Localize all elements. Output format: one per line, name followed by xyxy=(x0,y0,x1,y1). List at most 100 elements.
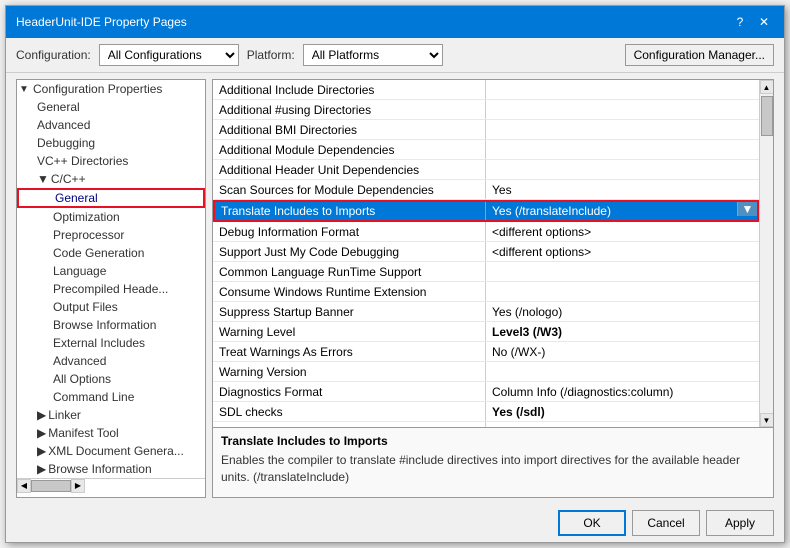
prop-row-suppress-startup[interactable]: Suppress Startup Banner Yes (/nologo) xyxy=(213,302,759,322)
prop-value-11: Yes (/nologo) xyxy=(486,302,759,321)
tree-item-cpp[interactable]: ▼ C/C++ xyxy=(17,170,205,188)
prop-value-0 xyxy=(486,80,759,99)
tree-item-vcpp-dirs[interactable]: VC++ Directories xyxy=(17,152,205,170)
tree-item-cpp-browse[interactable]: Browse Information xyxy=(17,316,205,334)
apply-button[interactable]: Apply xyxy=(706,510,774,536)
cpp-expand-icon: ▼ xyxy=(37,172,49,186)
prop-name-5: Scan Sources for Module Dependencies xyxy=(213,180,486,199)
config-manager-button[interactable]: Configuration Manager... xyxy=(625,44,774,66)
h-scroll-right-arrow[interactable]: ▶ xyxy=(71,479,85,493)
tree-item-cpp-language[interactable]: Language xyxy=(17,262,205,280)
prop-row-consume-windows[interactable]: Consume Windows Runtime Extension xyxy=(213,282,759,302)
tree-item-cpp-output[interactable]: Output Files xyxy=(17,298,205,316)
dialog: HeaderUnit-IDE Property Pages ? ✕ Config… xyxy=(5,5,785,543)
left-h-scrollbar: ◀ ▶ xyxy=(17,478,205,492)
scroll-up-arrow[interactable]: ▲ xyxy=(760,80,774,94)
h-scroll-left-arrow[interactable]: ◀ xyxy=(17,479,31,493)
tree-item-cpp-general[interactable]: General xyxy=(17,188,205,208)
cancel-button[interactable]: Cancel xyxy=(632,510,700,536)
manifest-expand-icon: ▶ xyxy=(37,426,46,440)
prop-value-15: Column Info (/diagnostics:column) xyxy=(486,382,759,401)
prop-name-8: Support Just My Code Debugging xyxy=(213,242,486,261)
tree-item-manifest[interactable]: ▶ Manifest Tool xyxy=(17,424,205,442)
tree-item-cpp-preprocessor[interactable]: Preprocessor xyxy=(17,226,205,244)
browse-label: Browse Information xyxy=(48,462,151,476)
prop-row-sdl-checks[interactable]: SDL checks Yes (/sdl) xyxy=(213,402,759,422)
prop-row-additional-header[interactable]: Additional Header Unit Dependencies xyxy=(213,160,759,180)
browse-expand-icon: ▶ xyxy=(37,462,46,476)
prop-row-warning-version[interactable]: Warning Version xyxy=(213,362,759,382)
right-panel: Additional Include Directories Additiona… xyxy=(212,79,774,498)
title-bar: HeaderUnit-IDE Property Pages ? ✕ xyxy=(6,6,784,38)
tree-item-cpp-advanced[interactable]: Advanced xyxy=(17,352,205,370)
linker-expand-icon: ▶ xyxy=(37,408,46,422)
tree-root-label: Configuration Properties xyxy=(33,82,162,96)
manifest-label: Manifest Tool xyxy=(48,426,118,440)
tree-item-general[interactable]: General xyxy=(17,98,205,116)
ok-button[interactable]: OK xyxy=(558,510,626,536)
prop-value-2 xyxy=(486,120,759,139)
tree-item-cpp-precompiled[interactable]: Precompiled Heade... xyxy=(17,280,205,298)
left-panel: ▼ Configuration Properties General Advan… xyxy=(16,79,206,498)
prop-name-1: Additional #using Directories xyxy=(213,100,486,119)
prop-name-7: Debug Information Format xyxy=(213,222,486,241)
scroll-down-arrow[interactable]: ▼ xyxy=(760,413,774,427)
prop-row-debug-info[interactable]: Debug Information Format <different opti… xyxy=(213,222,759,242)
cpp-label: C/C++ xyxy=(51,172,86,186)
prop-name-12: Warning Level xyxy=(213,322,486,341)
prop-name-15: Diagnostics Format xyxy=(213,382,486,401)
tree-item-cpp-optimization[interactable]: Optimization xyxy=(17,208,205,226)
expand-icon: ▼ xyxy=(19,84,31,95)
description-text: Enables the compiler to translate #inclu… xyxy=(221,452,765,486)
tree-item-cpp-codegeneration[interactable]: Code Generation xyxy=(17,244,205,262)
prop-row-translate-includes[interactable]: Translate Includes to Imports Yes (/tran… xyxy=(213,200,759,222)
prop-name-3: Additional Module Dependencies xyxy=(213,140,486,159)
prop-value-10 xyxy=(486,282,759,301)
platform-select[interactable]: All Platforms xyxy=(303,44,443,66)
right-v-scrollbar: ▲ ▼ xyxy=(759,80,773,427)
dialog-title: HeaderUnit-IDE Property Pages xyxy=(16,15,187,29)
prop-name-6: Translate Includes to Imports xyxy=(215,202,486,220)
prop-row-diagnostics-format[interactable]: Diagnostics Format Column Info (/diagnos… xyxy=(213,382,759,402)
tree-root-item[interactable]: ▼ Configuration Properties xyxy=(17,80,205,98)
prop-name-0: Additional Include Directories xyxy=(213,80,486,99)
h-scroll-thumb[interactable] xyxy=(31,480,71,492)
prop-value-3 xyxy=(486,140,759,159)
tree-item-advanced[interactable]: Advanced xyxy=(17,116,205,134)
config-label: Configuration: xyxy=(16,48,91,62)
prop-row-treat-warnings[interactable]: Treat Warnings As Errors No (/WX-) xyxy=(213,342,759,362)
linker-label: Linker xyxy=(48,408,81,422)
tree-item-linker[interactable]: ▶ Linker xyxy=(17,406,205,424)
help-button[interactable]: ? xyxy=(730,12,750,32)
prop-name-2: Additional BMI Directories xyxy=(213,120,486,139)
prop-row-common-lang[interactable]: Common Language RunTime Support xyxy=(213,262,759,282)
tree-item-browse-info[interactable]: ▶ Browse Information xyxy=(17,460,205,478)
prop-value-8: <different options> xyxy=(486,242,759,261)
prop-row-additional-bmi[interactable]: Additional BMI Directories xyxy=(213,120,759,140)
prop-row-warning-level[interactable]: Warning Level Level3 (/W3) xyxy=(213,322,759,342)
config-select[interactable]: All Configurations xyxy=(99,44,239,66)
prop-value-4 xyxy=(486,160,759,179)
title-bar-controls: ? ✕ xyxy=(730,12,774,32)
tree-item-cpp-cmdline[interactable]: Command Line xyxy=(17,388,205,406)
config-bar: Configuration: All Configurations Platfo… xyxy=(6,38,784,73)
prop-row-additional-module[interactable]: Additional Module Dependencies xyxy=(213,140,759,160)
prop-value-7: <different options> xyxy=(486,222,759,241)
prop-value-14 xyxy=(486,362,759,381)
prop-row-scan-sources[interactable]: Scan Sources for Module Dependencies Yes xyxy=(213,180,759,200)
prop-row-additional-using[interactable]: Additional #using Directories xyxy=(213,100,759,120)
xml-expand-icon: ▶ xyxy=(37,444,46,458)
prop-value-6: Yes (/translateInclude) xyxy=(486,202,737,220)
tree-item-debugging[interactable]: Debugging xyxy=(17,134,205,152)
prop-row-just-my-code[interactable]: Support Just My Code Debugging <differen… xyxy=(213,242,759,262)
tree-item-cpp-alloptions[interactable]: All Options xyxy=(17,370,205,388)
dropdown-arrow[interactable]: ▼ xyxy=(737,202,757,216)
prop-value-5: Yes xyxy=(486,180,759,199)
tree-item-xml-doc[interactable]: ▶ XML Document Genera... xyxy=(17,442,205,460)
close-button[interactable]: ✕ xyxy=(754,12,774,32)
tree-item-cpp-external[interactable]: External Includes xyxy=(17,334,205,352)
prop-row-additional-include[interactable]: Additional Include Directories xyxy=(213,80,759,100)
description-title: Translate Includes to Imports xyxy=(221,434,765,448)
scroll-thumb[interactable] xyxy=(761,96,773,136)
button-bar: OK Cancel Apply xyxy=(6,504,784,542)
